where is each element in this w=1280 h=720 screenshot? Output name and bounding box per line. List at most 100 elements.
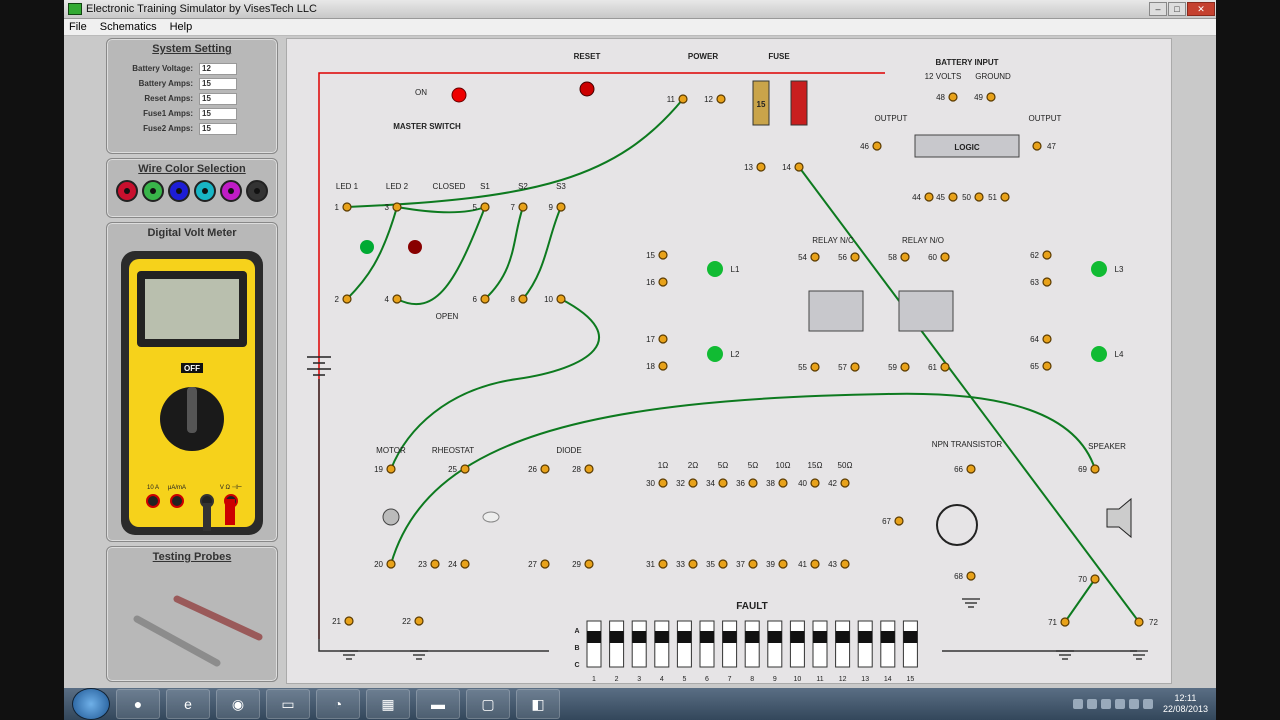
close-button[interactable]: ✕ [1187, 2, 1215, 16]
terminal-node[interactable] [342, 294, 352, 304]
terminal-node[interactable] [556, 294, 566, 304]
port-10a[interactable] [146, 494, 160, 508]
terminal-node[interactable] [948, 192, 958, 202]
fault-switch[interactable] [722, 620, 738, 668]
terminal-node[interactable] [584, 559, 594, 569]
terminal-node[interactable] [810, 559, 820, 569]
terminal-node[interactable] [556, 202, 566, 212]
terminal-node[interactable] [1000, 192, 1010, 202]
fault-switch[interactable] [767, 620, 783, 668]
terminal-node[interactable] [414, 616, 424, 626]
taskbar-chrome[interactable]: ◉ [216, 689, 260, 719]
wire-color-swatch[interactable] [246, 180, 268, 202]
setting-input[interactable]: 12 [199, 62, 237, 75]
terminal-node[interactable] [460, 559, 470, 569]
terminal-node[interactable] [658, 334, 668, 344]
terminal-node[interactable] [460, 464, 470, 474]
terminal-node[interactable] [540, 464, 550, 474]
fault-switch[interactable] [744, 620, 760, 668]
terminal-node[interactable] [1042, 361, 1052, 371]
terminal-node[interactable] [1060, 617, 1070, 627]
minimize-button[interactable]: – [1149, 2, 1167, 16]
wire-color-swatch[interactable] [142, 180, 164, 202]
terminal-node[interactable] [1042, 334, 1052, 344]
terminal-node[interactable] [392, 202, 402, 212]
terminal-node[interactable] [718, 478, 728, 488]
wire-color-swatch[interactable] [220, 180, 242, 202]
tray-icon[interactable] [1100, 699, 1111, 709]
wire-color-swatch[interactable] [168, 180, 190, 202]
taskbar-ie[interactable]: e [166, 689, 210, 719]
fault-switch[interactable] [699, 620, 715, 668]
menu-file[interactable]: File [64, 21, 95, 33]
terminal-node[interactable] [584, 464, 594, 474]
terminal-node[interactable] [1042, 250, 1052, 260]
tray-icon[interactable] [1128, 699, 1139, 709]
setting-input[interactable]: 15 [199, 92, 237, 105]
terminal-node[interactable] [392, 294, 402, 304]
terminal-node[interactable] [748, 478, 758, 488]
terminal-node[interactable] [518, 202, 528, 212]
terminal-node[interactable] [1032, 141, 1042, 151]
setting-input[interactable]: 15 [199, 77, 237, 90]
terminal-node[interactable] [810, 252, 820, 262]
terminal-node[interactable] [872, 141, 882, 151]
terminal-node[interactable] [480, 294, 490, 304]
terminal-node[interactable] [658, 478, 668, 488]
terminal-node[interactable] [794, 162, 804, 172]
fault-switch[interactable] [654, 620, 670, 668]
terminal-node[interactable] [430, 559, 440, 569]
terminal-node[interactable] [658, 250, 668, 260]
terminal-node[interactable] [342, 202, 352, 212]
port-ua-ma[interactable] [170, 494, 184, 508]
terminal-node[interactable] [940, 252, 950, 262]
terminal-node[interactable] [748, 559, 758, 569]
terminal-node[interactable] [966, 464, 976, 474]
terminal-node[interactable] [778, 478, 788, 488]
maximize-button[interactable]: □ [1168, 2, 1186, 16]
tray-icon[interactable] [1114, 699, 1125, 709]
fault-switch[interactable] [880, 620, 896, 668]
terminal-node[interactable] [718, 559, 728, 569]
terminal-node[interactable] [386, 464, 396, 474]
fuse-2-blown[interactable] [790, 80, 808, 126]
terminal-node[interactable] [688, 478, 698, 488]
terminal-node[interactable] [344, 616, 354, 626]
taskbar-explorer[interactable]: ▭ [266, 689, 310, 719]
fault-switch[interactable] [857, 620, 873, 668]
terminal-node[interactable] [1090, 574, 1100, 584]
terminal-node[interactable] [948, 92, 958, 102]
terminal-node[interactable] [658, 277, 668, 287]
taskbar-app-8[interactable]: ▢ [466, 689, 510, 719]
taskbar-app-5[interactable]: ◔ [316, 689, 360, 719]
terminal-node[interactable] [688, 559, 698, 569]
terminal-node[interactable] [1134, 617, 1144, 627]
taskbar-app-6[interactable]: ▦ [366, 689, 410, 719]
terminal-node[interactable] [894, 516, 904, 526]
reset-button[interactable] [579, 81, 595, 97]
terminal-node[interactable] [810, 478, 820, 488]
terminal-node[interactable] [658, 559, 668, 569]
terminal-node[interactable] [966, 571, 976, 581]
terminal-node[interactable] [386, 559, 396, 569]
terminal-node[interactable] [940, 362, 950, 372]
setting-input[interactable]: 15 [199, 107, 237, 120]
rheostat-slider[interactable] [482, 511, 500, 523]
terminal-node[interactable] [756, 162, 766, 172]
terminal-node[interactable] [850, 252, 860, 262]
menu-help[interactable]: Help [165, 21, 201, 33]
fault-switch[interactable] [586, 620, 602, 668]
terminal-node[interactable] [840, 559, 850, 569]
red-probe[interactable] [173, 595, 263, 641]
taskbar-app-1[interactable]: ● [116, 689, 160, 719]
fault-switch[interactable] [835, 620, 851, 668]
volume-icon[interactable] [1142, 699, 1153, 709]
fault-switch[interactable] [902, 620, 918, 668]
tray-icon[interactable] [1086, 699, 1097, 709]
terminal-node[interactable] [986, 92, 996, 102]
terminal-node[interactable] [778, 559, 788, 569]
terminal-node[interactable] [518, 294, 528, 304]
terminal-node[interactable] [900, 362, 910, 372]
terminal-node[interactable] [678, 94, 688, 104]
terminal-node[interactable] [924, 192, 934, 202]
